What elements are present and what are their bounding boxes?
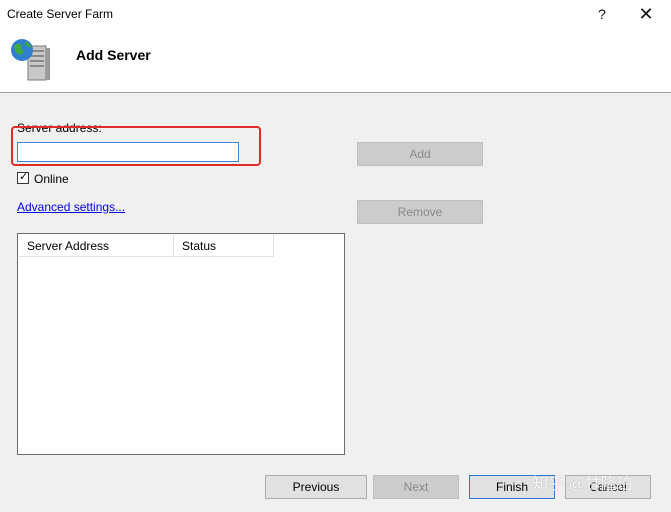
remove-button[interactable]: Remove [357,200,483,224]
wizard-header: Add Server [0,28,671,93]
next-button[interactable]: Next [373,475,459,499]
help-button[interactable]: ? [582,3,622,25]
add-button[interactable]: Add [357,142,483,166]
window-title: Create Server Farm [7,7,114,21]
column-header-status[interactable]: Status [174,235,274,257]
server-globe-icon [11,39,50,81]
page-title: Add Server [76,47,151,63]
finish-button[interactable]: Finish [469,475,555,499]
column-header-server-address[interactable]: Server Address [19,235,174,257]
checkmark-icon: ✓ [19,171,29,183]
cancel-button[interactable]: Cancel [565,475,651,499]
server-address-label: Server address: [17,121,102,135]
server-address-input[interactable] [17,142,239,162]
advanced-settings-link[interactable]: Advanced settings... [17,200,125,214]
close-button[interactable]: ✕ [626,3,666,25]
online-checkbox[interactable]: ✓ [17,171,29,184]
server-list[interactable]: Server Address Status [17,233,345,455]
title-bar: Create Server Farm ? ✕ [0,0,671,28]
list-header: Server Address Status [19,235,274,257]
previous-button[interactable]: Previous [265,475,367,499]
online-label: Online [34,172,69,186]
